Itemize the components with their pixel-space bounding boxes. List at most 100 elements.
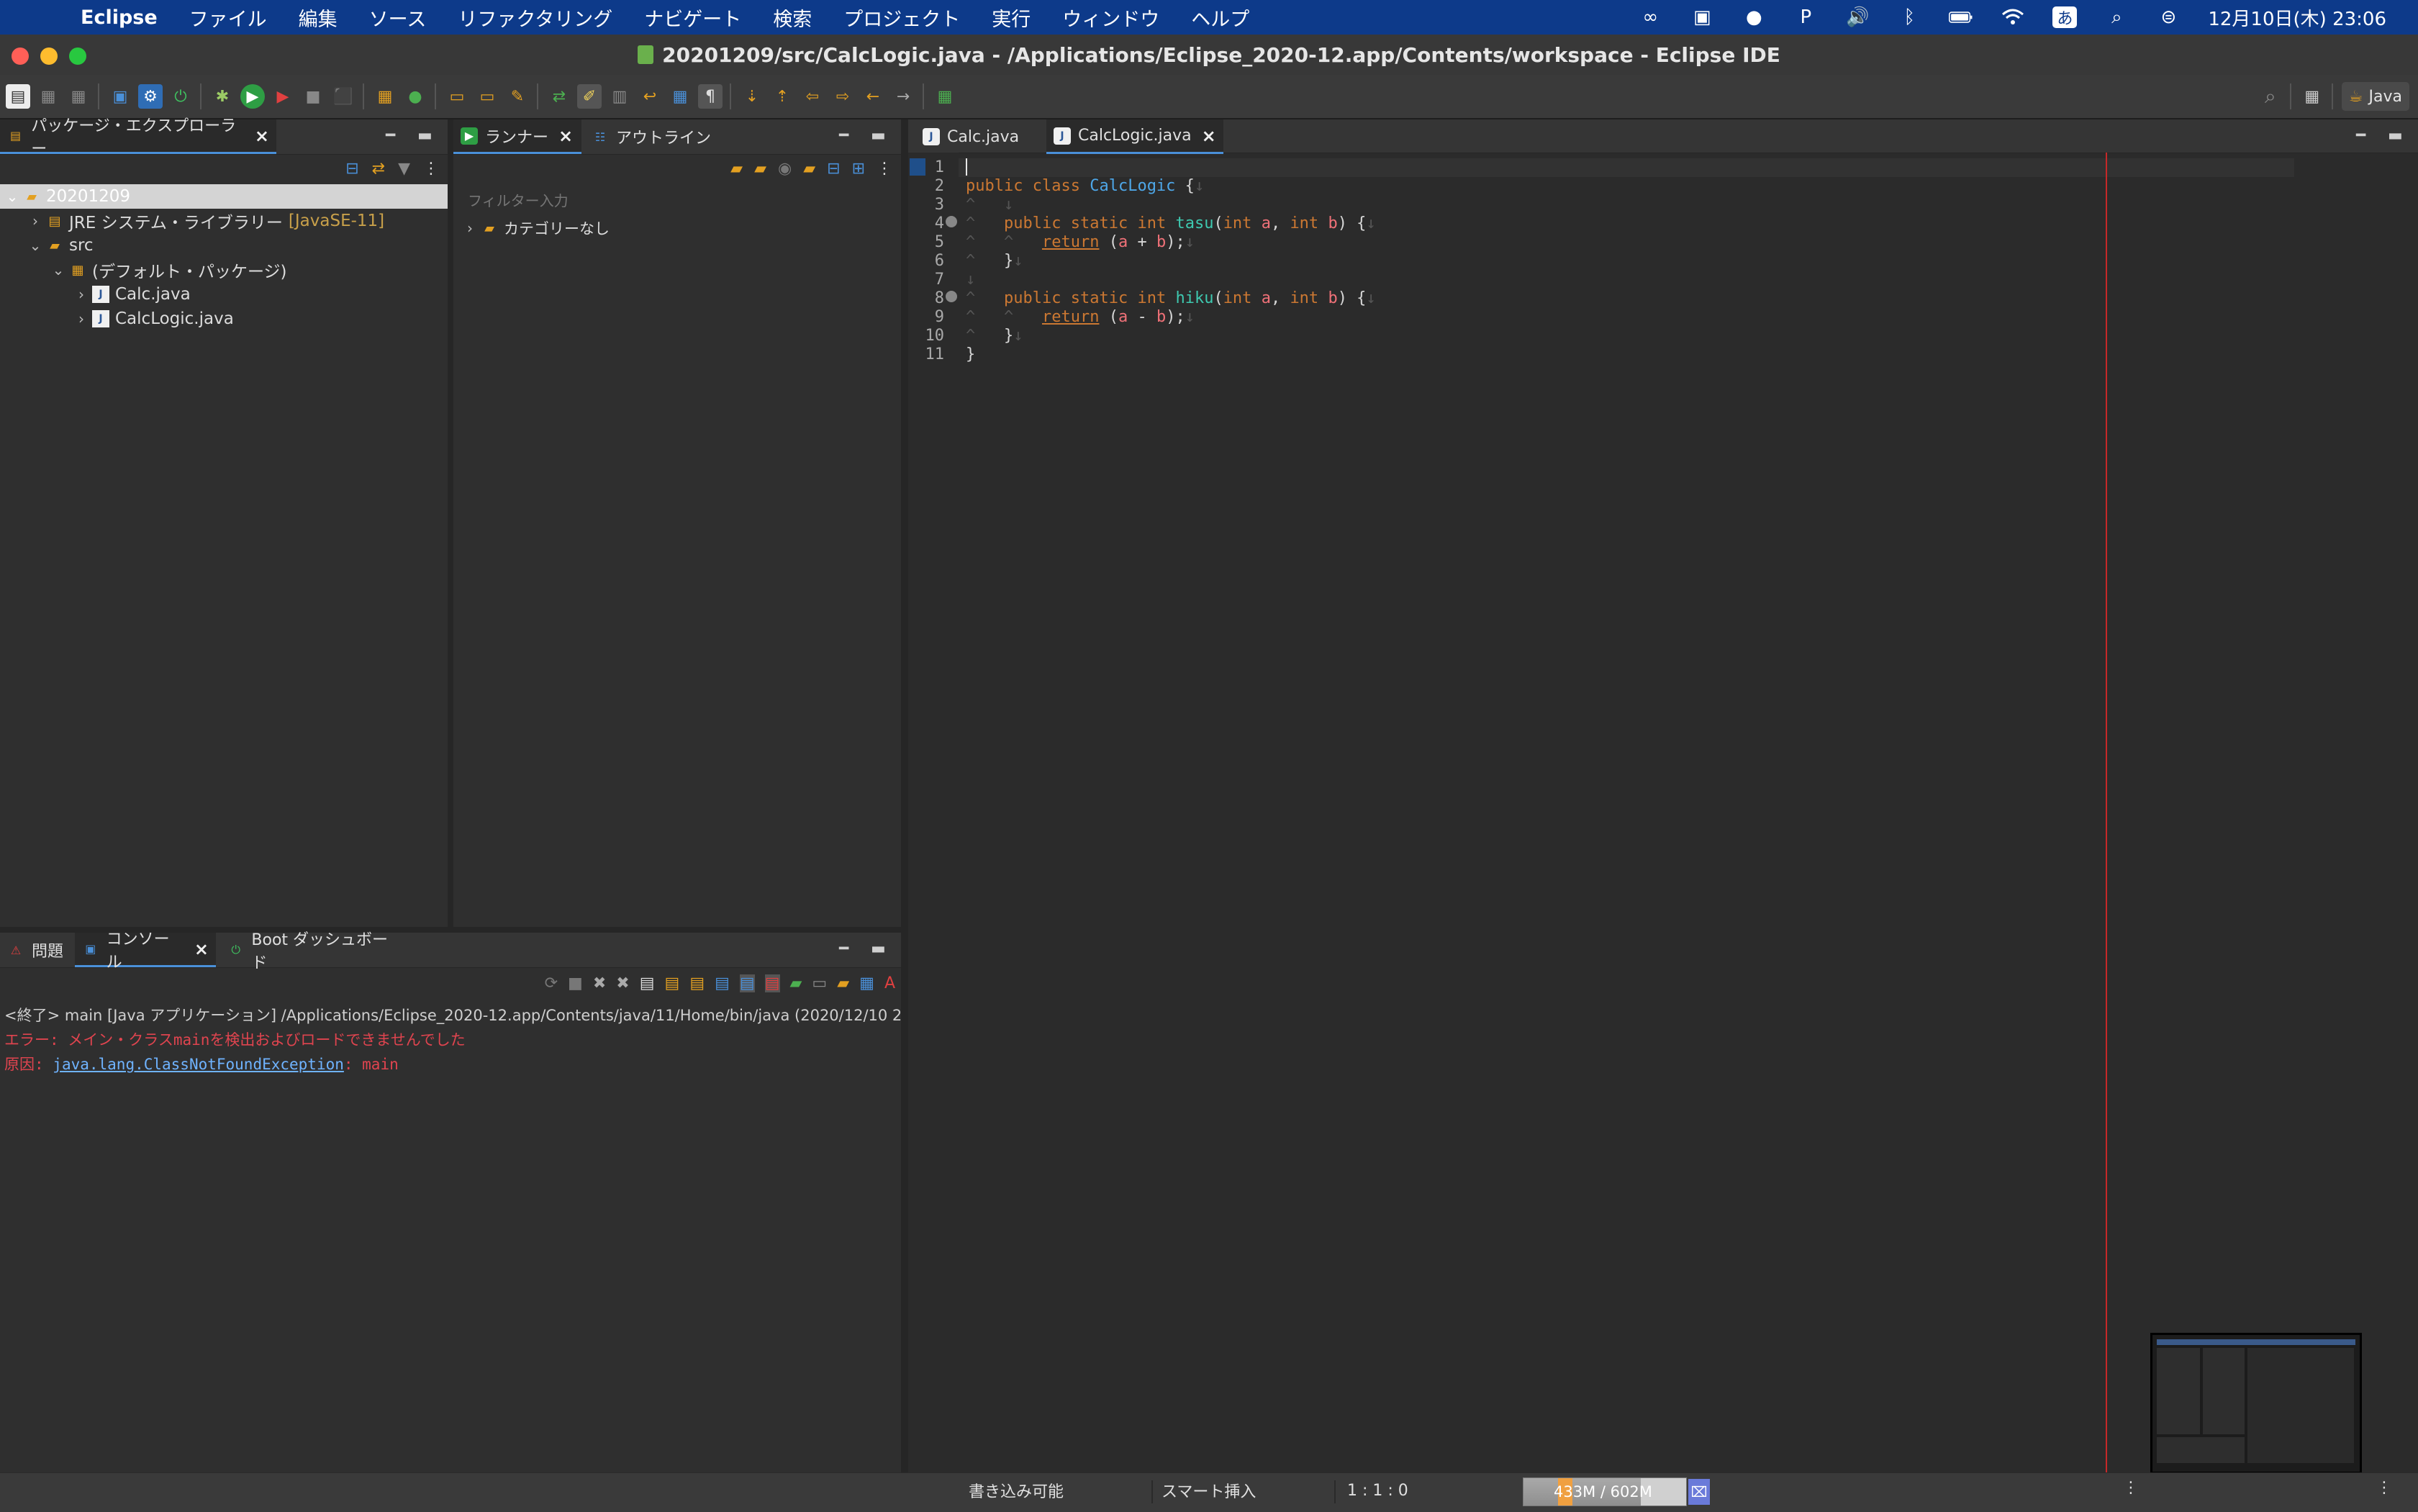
status-insert-mode[interactable]: スマート挿入 <box>1162 1479 1256 1502</box>
terminal-icon[interactable]: ▣ <box>108 84 132 109</box>
menu-run[interactable]: 実行 <box>992 4 1031 32</box>
remove-all-icon[interactable]: ✖ <box>616 974 629 992</box>
pin-console-icon[interactable]: ▤ <box>764 974 780 992</box>
minimize-icon[interactable]: ━ <box>386 127 395 145</box>
close-icon[interactable]: × <box>558 126 573 146</box>
pilcrow-icon[interactable]: ¶ <box>698 84 723 109</box>
wifi-icon[interactable] <box>2001 6 2025 28</box>
menu-file[interactable]: ファイル <box>189 4 267 32</box>
display-console-icon[interactable]: ▰ <box>790 974 802 992</box>
new-window-icon[interactable]: ▦ <box>933 84 957 109</box>
new-icon[interactable]: ▤ <box>6 84 30 109</box>
tab-boot-dashboard[interactable]: ⏻ Boot ダッシュボード <box>220 931 407 972</box>
external-tools-icon[interactable]: ⬛ <box>331 84 356 109</box>
word-wrap-icon[interactable]: ↩ <box>638 84 662 109</box>
p-app-icon[interactable]: P <box>1793 6 1818 28</box>
heap-status[interactable]: 433M / 602M <box>1523 1477 1687 1506</box>
gc-trash-icon[interactable]: ⌧ <box>1688 1479 1710 1505</box>
spotlight-icon[interactable]: ⌕ <box>2104 6 2129 28</box>
view-menu-icon[interactable]: ⋮ <box>423 160 439 178</box>
panel-splitter[interactable] <box>448 119 453 927</box>
menu-refactor[interactable]: リファクタリング <box>458 4 612 32</box>
show-whitespace-icon[interactable]: ▦ <box>668 84 692 109</box>
debug-icon[interactable]: ✱ <box>210 84 235 109</box>
hat-icon[interactable]: ● <box>1742 6 1766 28</box>
battery-icon[interactable] <box>1949 6 1973 28</box>
minimize-window-button[interactable] <box>40 47 58 65</box>
menu-search[interactable]: 検索 <box>773 4 812 32</box>
bluetooth-icon[interactable]: ᛒ <box>1897 6 1921 28</box>
back-icon[interactable]: ← <box>861 84 885 109</box>
search-icon[interactable]: ⌕ <box>2258 84 2283 109</box>
fold-collapse-icon[interactable] <box>946 216 957 227</box>
copy-icon[interactable]: ▦ <box>859 974 874 992</box>
collapse-all-icon[interactable]: ⊟ <box>827 160 840 178</box>
chevron-right-icon[interactable]: › <box>462 219 478 237</box>
save-icon[interactable]: ▦ <box>36 84 60 109</box>
menu-source[interactable]: ソース <box>369 4 427 32</box>
clear-console-icon[interactable]: ▤ <box>640 974 655 992</box>
panel-splitter[interactable] <box>901 119 908 1472</box>
stop-icon[interactable]: ■ <box>301 84 325 109</box>
terminate-icon[interactable]: ■ <box>568 974 583 992</box>
chevron-down-icon[interactable]: ⌄ <box>27 237 43 254</box>
reload-icon[interactable]: ⟳ <box>545 974 558 992</box>
chevron-right-icon[interactable]: › <box>73 310 89 327</box>
new-java-project-icon[interactable]: ▦ <box>373 84 397 109</box>
link-with-editor-icon[interactable]: ⇄ <box>372 160 385 178</box>
last-edit-icon[interactable]: ⇦ <box>800 84 825 109</box>
status-overflow-icon[interactable]: ⋮ <box>2123 1479 2139 1497</box>
settings-icon[interactable]: ⚙ <box>138 84 163 109</box>
menu-app-name[interactable]: Eclipse <box>81 6 158 29</box>
new-launch-icon[interactable]: ▰ <box>730 160 743 178</box>
open-resource-icon[interactable]: ▭ <box>475 84 499 109</box>
new-console-icon[interactable]: ▭ <box>812 974 827 992</box>
volume-icon[interactable]: 🔊 <box>1845 6 1870 28</box>
maximize-icon[interactable]: ▬ <box>871 127 886 145</box>
minimize-icon[interactable]: ━ <box>2356 127 2365 145</box>
tree-row-file[interactable]: › J Calc.java <box>0 282 448 307</box>
tab-package-explorer[interactable]: ▤ パッケージ・エクスプローラー × <box>0 117 276 158</box>
coverage-icon[interactable]: ▶ <box>271 84 295 109</box>
open-folder-icon[interactable]: ▰ <box>803 160 815 178</box>
close-window-button[interactable] <box>12 47 29 65</box>
minimize-icon[interactable]: ━ <box>839 940 848 958</box>
close-icon[interactable]: × <box>255 126 269 146</box>
open-perspective-icon[interactable]: ▦ <box>2300 84 2324 109</box>
tree-row-src[interactable]: ⌄ ▰ src <box>0 233 448 258</box>
editor-tab-calclogic[interactable]: J CalcLogic.java × <box>1046 119 1223 154</box>
editor-tab-calc[interactable]: J Calc.java <box>915 119 1042 154</box>
collapse-all-icon[interactable]: ⊟ <box>345 160 358 178</box>
tab-console[interactable]: ▣ コンソール × <box>75 931 216 972</box>
runner-filter-input[interactable] <box>466 186 872 216</box>
new-category-icon[interactable]: ▰ <box>754 160 766 178</box>
save-all-icon[interactable]: ▦ <box>66 84 91 109</box>
next-annotation-icon[interactable]: ⇣ <box>740 84 764 109</box>
tree-row-project[interactable]: ⌄ ▰ 20201209 <box>0 184 448 209</box>
text-app-icon[interactable]: ▣ <box>1690 6 1714 28</box>
open-console-icon[interactable]: ▰ <box>837 974 849 992</box>
expand-all-icon[interactable]: ⊞ <box>852 160 865 178</box>
new-class-icon[interactable]: ● <box>403 84 427 109</box>
creative-cloud-icon[interactable]: ∞ <box>1638 6 1662 28</box>
tab-outline[interactable]: ☷ アウトライン <box>584 119 728 154</box>
run-launch-icon[interactable]: ◉ <box>778 160 792 178</box>
forward-edit-icon[interactable]: ⇨ <box>830 84 855 109</box>
chevron-down-icon[interactable]: ⌄ <box>50 261 66 279</box>
tree-row-jre[interactable]: › ▤ JRE システム・ライブラリー [JavaSE-11] <box>0 209 448 233</box>
tree-row-file[interactable]: › J CalcLogic.java <box>0 307 448 331</box>
highlighter-icon[interactable]: ✐ <box>577 84 602 109</box>
menu-clock[interactable]: 12月10日(木) 23:06 <box>2208 4 2386 31</box>
input-method-icon[interactable]: あ <box>2052 6 2078 28</box>
prev-annotation-icon[interactable]: ⇡ <box>770 84 794 109</box>
menu-edit[interactable]: 編集 <box>299 4 338 32</box>
ant-icon[interactable]: A <box>884 974 895 992</box>
maximize-icon[interactable]: ▬ <box>417 127 433 145</box>
remove-launch-icon[interactable]: ✖ <box>593 974 606 992</box>
tab-runner[interactable]: ▶ ランナー × <box>453 119 581 154</box>
forward-icon[interactable]: → <box>891 84 915 109</box>
scroll-lock-icon[interactable]: ▤ <box>665 974 680 992</box>
editor-minimap[interactable] <box>2150 1333 2362 1474</box>
filter-icon[interactable]: ▼ <box>398 160 410 178</box>
show-on-output-icon[interactable]: ▤ <box>715 974 730 992</box>
